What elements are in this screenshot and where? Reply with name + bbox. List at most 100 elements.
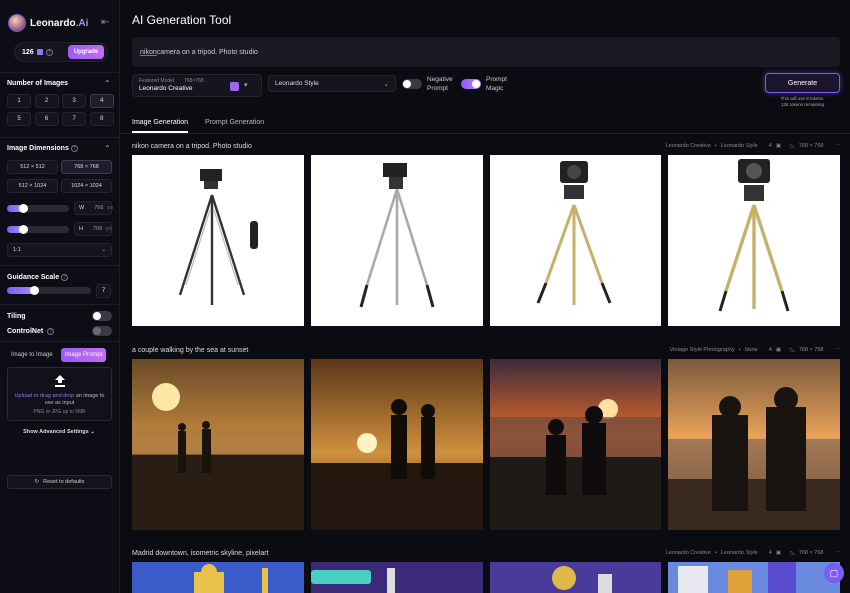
generated-image[interactable] — [310, 562, 483, 593]
generated-image[interactable] — [489, 359, 662, 530]
generation-header: Madrid downtown, isometric skyline, pixe… — [132, 549, 841, 557]
generated-image[interactable] — [668, 562, 840, 593]
divider — [0, 72, 120, 73]
num-images-option[interactable]: 1 — [7, 94, 31, 108]
brand[interactable]: Leonardo.Ai — [8, 14, 88, 32]
reset-button[interactable]: ↻ Reset to defaults — [7, 475, 112, 489]
divider — [0, 304, 120, 305]
generated-image[interactable] — [668, 155, 840, 326]
dimension-option[interactable]: 512 × 1024 — [7, 179, 58, 193]
negative-prompt-toggle[interactable] — [402, 79, 422, 89]
chevron-up-icon[interactable]: ⌃ — [104, 144, 111, 153]
height-field[interactable]: H 768 px — [74, 222, 112, 236]
dimensions-title: Image Dimensions ? — [7, 145, 78, 152]
more-icon[interactable]: ⋯ — [835, 347, 841, 353]
image-icon: ▣ — [775, 347, 782, 353]
num-images-option[interactable]: 8 — [89, 112, 114, 126]
gallery-row — [132, 155, 840, 326]
width-field[interactable]: W 768 px — [74, 201, 113, 215]
chevron-down-icon: ⌄ — [383, 80, 389, 88]
tab-image-to-image[interactable]: Image to Image — [7, 348, 57, 362]
model-tag-icon — [230, 82, 239, 91]
dimensions-grid: 512 × 512 768 × 768 512 × 1024 1024 × 10… — [7, 160, 112, 193]
help-icon: ? — [47, 327, 55, 335]
height-slider[interactable] — [7, 225, 69, 234]
guidance-slider[interactable] — [7, 286, 91, 295]
num-images-option[interactable]: 5 — [7, 112, 31, 126]
style-select[interactable]: Leonardo Style ⌄ — [268, 75, 396, 92]
generation-header: nikon camera on a tripod. Photo studio L… — [132, 142, 841, 150]
prompt-input[interactable]: nikon camera on a tripod. Photo studio — [132, 37, 840, 67]
gallery-row — [132, 359, 840, 530]
num-images-option[interactable]: 7 — [62, 112, 87, 126]
num-images-option[interactable]: 6 — [34, 112, 59, 126]
tab-prompt-generation[interactable]: Prompt Generation — [205, 119, 264, 133]
num-images-option[interactable]: 3 — [62, 94, 87, 108]
token-balance: 126 ? Upgrade — [14, 42, 108, 62]
size-icon: ◺ — [790, 143, 795, 149]
generated-image[interactable] — [489, 562, 662, 593]
help-icon: ? — [70, 145, 78, 152]
size-icon: ◺ — [790, 550, 795, 556]
generated-image[interactable] — [310, 155, 483, 326]
model-select[interactable]: Featured Model 768×768 Leonardo Creative … — [132, 74, 262, 97]
prompt-magic-toggle[interactable] — [461, 79, 481, 89]
generation-tabs: Image Generation Prompt Generation — [121, 119, 850, 134]
avatar[interactable] — [8, 14, 26, 32]
negative-prompt-toggle-group: Negative Prompt — [402, 75, 453, 93]
reset-icon: ↻ — [34, 479, 40, 485]
generated-image[interactable] — [132, 359, 304, 530]
generated-image[interactable] — [132, 562, 304, 593]
chevron-down-icon: ▾ — [244, 82, 248, 89]
generated-image[interactable] — [132, 155, 304, 326]
dimension-option[interactable]: 768 × 768 — [61, 160, 112, 174]
chat-icon[interactable]: ▢ — [824, 563, 844, 583]
image-input-tabs: Image to Image Image Prompt — [7, 348, 112, 362]
prompt-magic-toggle-group: Prompt Magic — [461, 75, 507, 93]
size-icon: ◺ — [790, 347, 795, 353]
generate-note: This will use 8 tokens. 126 tokens remain… — [780, 96, 825, 107]
generation-header: a couple walking by the sea at sunset Vi… — [132, 346, 841, 354]
controlnet-row: ControlNet? — [7, 326, 112, 336]
info-icon[interactable]: ? — [45, 48, 53, 56]
image-icon: ▣ — [775, 143, 782, 149]
generated-image[interactable] — [489, 155, 662, 326]
collapse-sidebar-icon[interactable]: ⇤ — [101, 17, 109, 28]
upload-dropzone[interactable]: Upload or drag and drop an image to use … — [7, 367, 112, 421]
token-count: 126 — [22, 48, 34, 56]
advanced-settings-link[interactable]: Show Advanced Settings ⌄ — [0, 429, 118, 435]
generated-image[interactable] — [310, 359, 483, 530]
controlnet-toggle[interactable] — [92, 326, 112, 336]
num-images-title: Number of Images — [7, 80, 69, 87]
chevron-down-icon: ⌄ — [101, 247, 106, 253]
chevron-down-icon: ⌄ — [90, 429, 95, 435]
tab-image-generation[interactable]: Image Generation — [132, 119, 189, 133]
upload-icon — [54, 375, 65, 387]
generated-image[interactable] — [668, 359, 840, 530]
dimension-option[interactable]: 512 × 512 — [7, 160, 58, 174]
aspect-ratio-select[interactable]: 1:1 ⌄ — [7, 243, 112, 257]
num-images-grid: 1 2 3 4 5 6 7 8 — [7, 94, 114, 126]
tiling-toggle[interactable] — [92, 311, 112, 321]
chevron-up-icon[interactable]: ⌃ — [104, 79, 111, 88]
num-images-option[interactable]: 4 — [89, 94, 114, 108]
guidance-title: Guidance Scale ? — [7, 274, 69, 281]
num-images-option[interactable]: 2 — [34, 94, 59, 108]
gallery-row — [132, 562, 840, 593]
generate-button[interactable]: Generate — [765, 73, 840, 93]
divider — [0, 341, 120, 342]
sidebar: Leonardo.Ai ⇤ 126 ? Upgrade Number of Im… — [0, 0, 120, 593]
divider — [0, 137, 120, 138]
tab-image-prompt[interactable]: Image Prompt — [60, 348, 107, 362]
upload-link[interactable]: Upload or drag and drop — [15, 393, 75, 399]
dimension-option[interactable]: 1024 × 1024 — [61, 179, 112, 193]
image-icon: ▣ — [775, 550, 782, 556]
guidance-value[interactable]: 7 — [96, 284, 111, 298]
more-icon[interactable]: ⋯ — [835, 550, 841, 556]
page-title: AI Generation Tool — [132, 13, 232, 27]
upgrade-button[interactable]: Upgrade — [68, 45, 104, 59]
upload-hint: PNG or JPG up to 5MB — [33, 409, 86, 415]
width-slider[interactable] — [7, 204, 69, 213]
token-icon — [36, 49, 43, 55]
more-icon[interactable]: ⋯ — [835, 143, 841, 149]
